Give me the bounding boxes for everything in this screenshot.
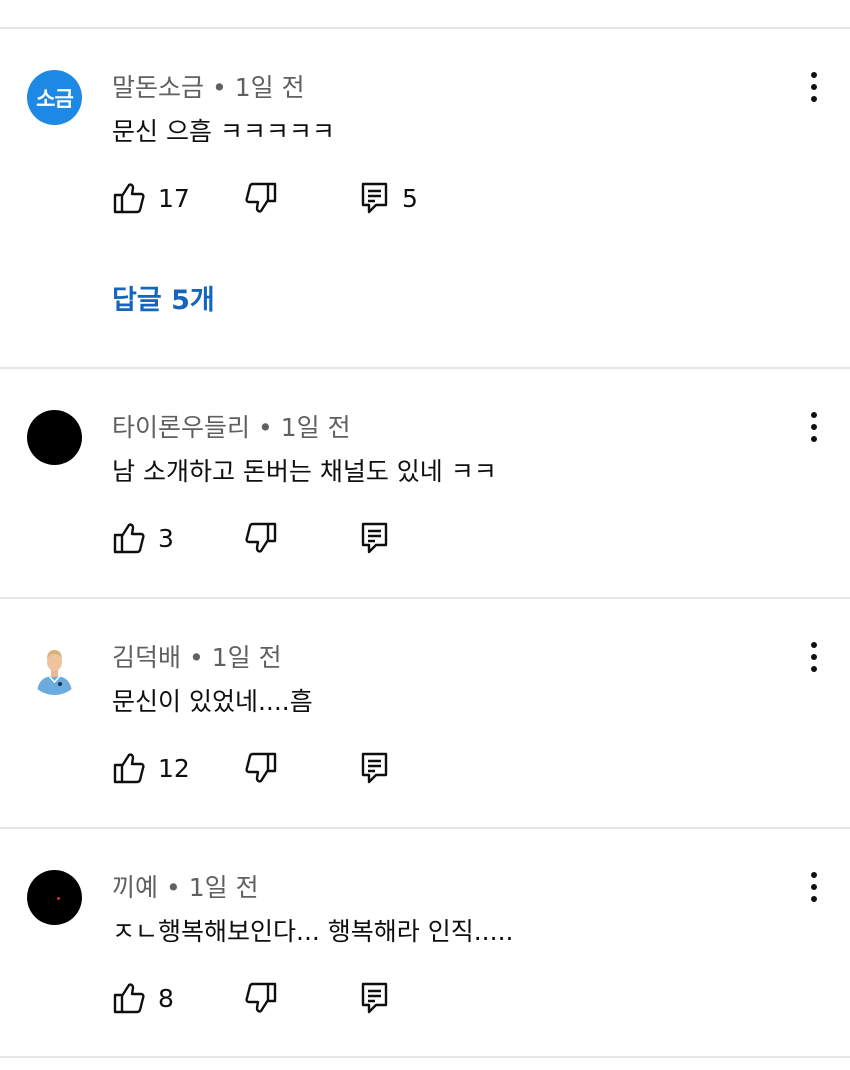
thumbs-down-icon: [245, 982, 277, 1013]
meta-separator: •: [258, 413, 273, 442]
like-button[interactable]: 8: [112, 978, 174, 1018]
like-count: 17: [158, 183, 190, 213]
more-options-button[interactable]: [800, 410, 828, 444]
dislike-button[interactable]: [244, 178, 278, 218]
comment-item: 타이론우들리 • 1일 전 남 소개하고 돈버는 채널도 있네 ㅋㅋ 3: [0, 370, 850, 598]
like-count: 3: [158, 523, 174, 553]
comment-time: 1일 전: [211, 643, 282, 672]
divider: [0, 1056, 850, 1058]
dislike-button[interactable]: [244, 978, 278, 1018]
reply-button[interactable]: [360, 748, 390, 788]
comment-item: 김덕배 • 1일 전 문신이 있었네....흠 12: [0, 600, 850, 828]
comment-time: 1일 전: [280, 413, 351, 442]
more-options-button[interactable]: [800, 870, 828, 904]
comment-time: 1일 전: [234, 73, 305, 102]
more-options-button[interactable]: [800, 640, 828, 674]
like-button[interactable]: 17: [112, 178, 190, 218]
comment-meta: 말돈소금 • 1일 전: [112, 68, 305, 104]
author-name[interactable]: 김덕배: [112, 643, 181, 672]
more-vert-icon: [811, 412, 817, 442]
avatar[interactable]: [27, 640, 82, 695]
comment-actions: 12: [112, 748, 532, 788]
meta-separator: •: [189, 643, 204, 672]
more-vert-icon: [811, 642, 817, 672]
comment-reply-icon: [361, 182, 388, 214]
thumbs-up-icon: [113, 183, 145, 214]
comment-reply-icon: [361, 982, 388, 1014]
comment-item: 끼예 • 1일 전 ㅈㄴ행복해보인다... 행복해라 인직..... 8: [0, 830, 850, 1058]
avatar-photo-icon: [27, 640, 82, 695]
comment-actions: 3: [112, 518, 532, 558]
reply-count: 5: [402, 183, 418, 213]
view-replies-link[interactable]: 답글 5개: [112, 278, 215, 317]
like-button[interactable]: 12: [112, 748, 190, 788]
comment-text: 남 소개하고 돈버는 채널도 있네 ㅋㅋ: [112, 457, 497, 486]
more-vert-icon: [811, 72, 817, 102]
comment-text: 문신이 있었네....흠: [112, 687, 313, 716]
meta-separator: •: [212, 73, 227, 102]
more-options-button[interactable]: [800, 70, 828, 104]
comment-actions: 17 5: [112, 178, 532, 218]
thumbs-down-icon: [245, 522, 277, 553]
divider: [0, 597, 850, 599]
thumbs-down-icon: [245, 752, 277, 783]
divider: [0, 827, 850, 829]
thumbs-up-icon: [113, 753, 145, 784]
dislike-button[interactable]: [244, 518, 278, 558]
thumbs-up-icon: [113, 983, 145, 1014]
like-button[interactable]: 3: [112, 518, 174, 558]
comment-meta: 김덕배 • 1일 전: [112, 638, 282, 674]
author-name[interactable]: 끼예: [112, 873, 158, 902]
avatar[interactable]: [27, 870, 82, 925]
comment-time: 1일 전: [188, 873, 259, 902]
comment-meta: 끼예 • 1일 전: [112, 868, 259, 904]
comment-actions: 8: [112, 978, 532, 1018]
comment-text: 문신 으흠 ㅋㅋㅋㅋㅋ: [112, 117, 335, 146]
reply-button[interactable]: [360, 518, 390, 558]
more-vert-icon: [811, 872, 817, 902]
avatar-initials: 소금: [36, 86, 74, 111]
comments-page: 소금 말돈소금 • 1일 전 문신 으흠 ㅋㅋㅋㅋㅋ 17 5 답글 5개 타이…: [0, 0, 850, 1070]
avatar[interactable]: 소금: [27, 70, 82, 125]
comment-meta: 타이론우들리 • 1일 전: [112, 408, 351, 444]
reply-button[interactable]: 5: [360, 178, 418, 218]
comment-text: ㅈㄴ행복해보인다... 행복해라 인직.....: [112, 917, 514, 946]
like-count: 12: [158, 753, 190, 783]
author-name[interactable]: 말돈소금: [112, 73, 204, 102]
thumbs-down-icon: [245, 182, 277, 213]
divider: [0, 367, 850, 369]
thumbs-up-icon: [113, 523, 145, 554]
avatar[interactable]: [27, 410, 82, 465]
divider: [0, 27, 850, 29]
author-name[interactable]: 타이론우들리: [112, 413, 250, 442]
comment-reply-icon: [361, 522, 388, 554]
comment-item: 소금 말돈소금 • 1일 전 문신 으흠 ㅋㅋㅋㅋㅋ 17 5 답글 5개: [0, 30, 850, 368]
reply-button[interactable]: [360, 978, 390, 1018]
comment-reply-icon: [361, 752, 388, 784]
dislike-button[interactable]: [244, 748, 278, 788]
meta-separator: •: [166, 873, 181, 902]
like-count: 8: [158, 983, 174, 1013]
avatar-dot: [57, 897, 60, 900]
